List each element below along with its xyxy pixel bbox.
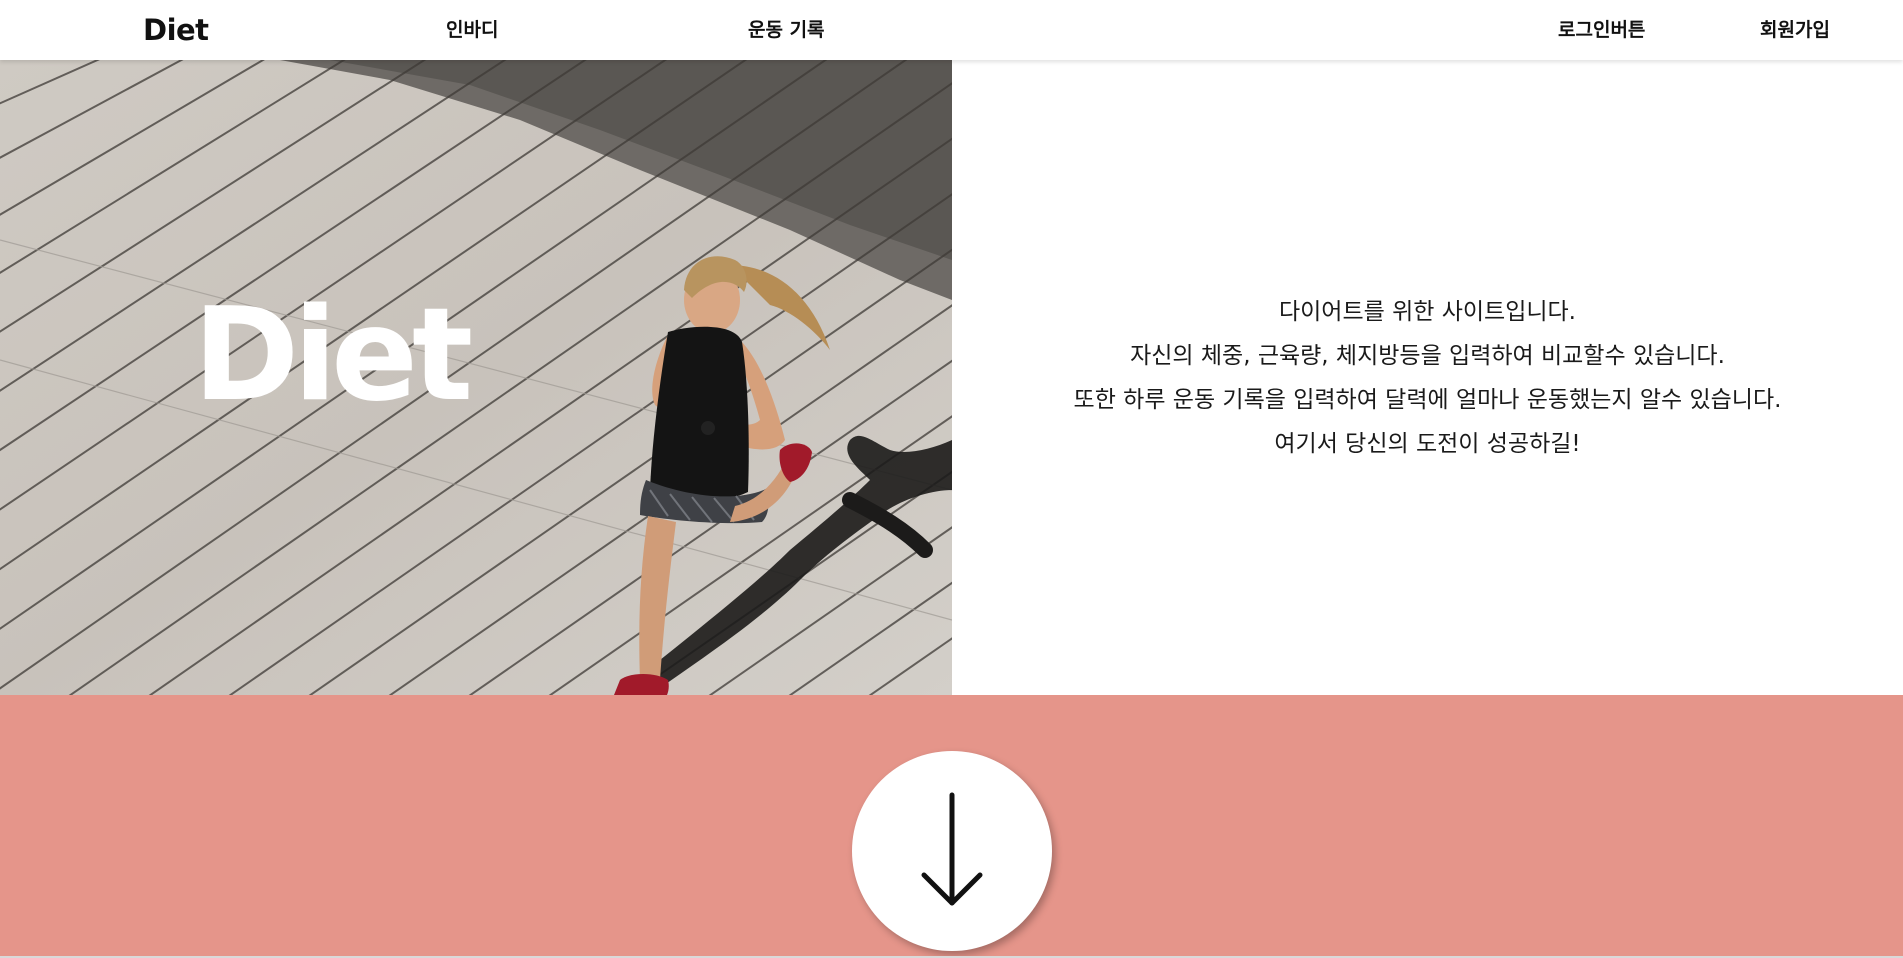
signup-button[interactable]: 회원가입 — [1760, 0, 1830, 60]
scroll-band — [0, 695, 1903, 958]
description-line: 자신의 체중, 근육량, 체지방등을 입력하여 비교할수 있습니다. — [1130, 342, 1725, 369]
scroll-down-button[interactable] — [852, 751, 1052, 951]
hero-runner-photo: Diet — [0, 60, 952, 695]
top-navigation-bar: Diet 인바디 운동 기록 로그인버튼 회원가입 — [0, 0, 1903, 60]
hero-section: Diet 다이어트를 위한 사이트입니다. 자신의 체중, 근육량, 체지방등을… — [0, 60, 1903, 695]
arrow-down-icon — [921, 792, 983, 906]
description-line: 또한 하루 운동 기록을 입력하여 달력에 얼마나 운동했는지 알수 있습니다. — [1073, 386, 1782, 413]
logo-link[interactable]: Diet — [143, 0, 209, 60]
hero-photo-illustration — [0, 60, 952, 695]
hero-description: 다이어트를 위한 사이트입니다. 자신의 체중, 근육량, 체지방등을 입력하여… — [952, 60, 1903, 695]
login-button[interactable]: 로그인버튼 — [1558, 0, 1645, 60]
hero-title: Diet — [193, 281, 473, 430]
description-line: 여기서 당신의 도전이 성공하길! — [1274, 430, 1581, 457]
nav-link-exercise-record[interactable]: 운동 기록 — [748, 0, 825, 60]
nav-link-inbody[interactable]: 인바디 — [446, 0, 498, 60]
description-line: 다이어트를 위한 사이트입니다. — [1278, 298, 1576, 325]
